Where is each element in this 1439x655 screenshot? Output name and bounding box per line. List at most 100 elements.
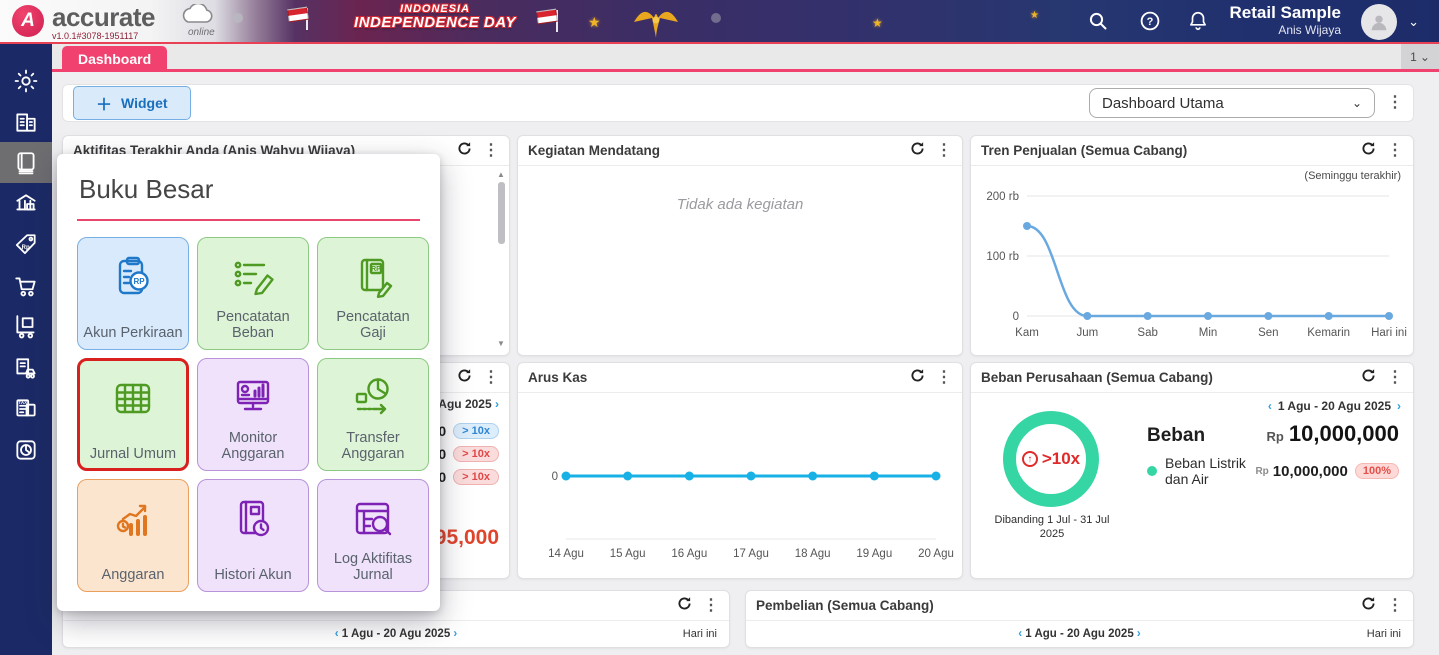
- chevron-right-icon[interactable]: ›: [1397, 399, 1401, 413]
- widget-kebab-menu[interactable]: ⋮: [1387, 370, 1403, 386]
- svg-text:TAX: TAX: [18, 400, 27, 405]
- chevron-left-icon[interactable]: ‹: [335, 628, 339, 640]
- account-info[interactable]: Retail Sample Anis Wijaya: [1230, 4, 1342, 37]
- scroll-down-icon[interactable]: ▼: [497, 339, 505, 349]
- change-badge: > 10x: [453, 446, 499, 462]
- scroll-thumb[interactable]: [498, 182, 505, 244]
- x-tick-label: 19 Agu: [856, 548, 892, 560]
- refresh-icon[interactable]: [456, 367, 473, 389]
- data-point: [747, 472, 756, 481]
- sidebar-item-bank[interactable]: [0, 183, 52, 224]
- sidebar-item-logistics-trolley[interactable]: [0, 306, 52, 347]
- widget-kebab-menu[interactable]: ⋮: [936, 370, 952, 386]
- menu-item-transfer-anggaran[interactable]: Transfer Anggaran: [317, 358, 429, 471]
- menu-item-pencatatan-beban[interactable]: Pencatatan Beban: [197, 237, 309, 350]
- refresh-icon[interactable]: [1360, 367, 1377, 389]
- fixed-asset-icon: [13, 355, 39, 381]
- currency-label: Rp: [1255, 466, 1268, 477]
- budget-transfer-icon: [349, 374, 397, 422]
- arus-kas-chart: 014 Agu15 Agu16 Agu17 Agu18 Agu19 Agu20 …: [524, 399, 956, 579]
- user-name: Anis Wijaya: [1230, 23, 1342, 37]
- sidebar-item-settings[interactable]: [0, 60, 52, 101]
- refresh-icon[interactable]: [909, 367, 926, 389]
- tab-dashboard[interactable]: Dashboard: [62, 46, 167, 72]
- sidebar: Rp TAX: [0, 44, 52, 655]
- help-icon[interactable]: ?: [1139, 10, 1161, 37]
- x-tick-label: 16 Agu: [671, 548, 707, 560]
- widget-title: Pembelian (Semua Cabang): [756, 598, 1360, 613]
- x-tick-label: 20 Agu: [918, 548, 954, 560]
- chevron-left-icon[interactable]: ‹: [1268, 399, 1272, 413]
- widget-kebab-menu[interactable]: ⋮: [1387, 143, 1403, 159]
- widget-kebab-menu[interactable]: ⋮: [483, 143, 499, 159]
- menu-item-histori-akun[interactable]: Histori Akun: [197, 479, 309, 592]
- tab-strip: Dashboard 1⌄: [52, 44, 1439, 72]
- data-point: [870, 472, 879, 481]
- menu-item-anggaran[interactable]: Anggaran: [77, 479, 189, 592]
- price-tag-rp-icon: Rp: [13, 232, 39, 258]
- chevron-right-icon[interactable]: ›: [495, 397, 499, 411]
- account-history-icon: [229, 495, 277, 543]
- sidebar-item-general-ledger[interactable]: [0, 142, 52, 183]
- account-menu-chevron-icon[interactable]: ⌄: [1408, 14, 1419, 30]
- refresh-icon[interactable]: [676, 595, 693, 617]
- sidebar-item-fixed-asset[interactable]: [0, 347, 52, 388]
- bank-icon: [13, 191, 39, 217]
- journal-log-search-icon: [349, 495, 397, 543]
- search-icon[interactable]: [1087, 10, 1109, 37]
- payroll-book-icon: RP: [349, 253, 397, 301]
- refresh-icon[interactable]: [1360, 140, 1377, 162]
- general-ledger-icon: [13, 150, 39, 176]
- menu-item-pencatatan-gaji[interactable]: RP Pencatatan Gaji: [317, 237, 429, 350]
- beban-summary: Beban Rp 10,000,000: [1147, 421, 1399, 447]
- dashboard-select[interactable]: Dashboard Utama ⌄: [1089, 88, 1375, 118]
- popup-divider: [77, 219, 420, 221]
- chevron-left-icon[interactable]: ‹: [1018, 628, 1022, 640]
- brand-online-label: online: [188, 27, 215, 38]
- notifications-bell-icon[interactable]: [1187, 10, 1209, 37]
- widget-kebab-menu[interactable]: ⋮: [936, 143, 952, 159]
- x-tick-label: 17 Agu: [733, 548, 769, 560]
- refresh-icon[interactable]: [456, 140, 473, 162]
- menu-item-jurnal-umum[interactable]: Jurnal Umum: [77, 358, 189, 471]
- refresh-icon[interactable]: [1360, 595, 1377, 617]
- scroll-up-icon[interactable]: ▲: [497, 170, 505, 180]
- sidebar-item-company[interactable]: [0, 101, 52, 142]
- widget-kebab-menu[interactable]: ⋮: [1387, 598, 1403, 614]
- widget-kebab-menu[interactable]: ⋮: [703, 598, 719, 614]
- scrollbar[interactable]: ▲ ▼: [495, 170, 507, 349]
- refresh-icon[interactable]: [909, 140, 926, 162]
- version-label: v1.0.1#3078-1951117: [52, 31, 138, 41]
- data-point: [562, 472, 571, 481]
- sidebar-item-price-tag-rp[interactable]: Rp: [0, 224, 52, 265]
- sidebar-item-sales-cart[interactable]: [0, 265, 52, 306]
- sales-cart-icon: [13, 273, 39, 299]
- svg-text:RP: RP: [371, 266, 381, 273]
- star-icon: ★: [872, 16, 883, 30]
- svg-text:Rp: Rp: [22, 244, 30, 250]
- avatar[interactable]: [1361, 4, 1397, 40]
- y-tick-label: 0: [1013, 311, 1019, 323]
- independence-day-banner: INDONESIA INDEPENDENCE DAY: [330, 3, 540, 32]
- hari-ini-label: Hari ini: [1367, 628, 1401, 640]
- menu-item-monitor-anggaran[interactable]: Monitor Anggaran: [197, 358, 309, 471]
- star-icon: ★: [1030, 10, 1039, 21]
- widget-kegiatan: Kegiatan Mendatang ⋮ Tidak ada kegiatan: [517, 135, 963, 356]
- chevron-right-icon[interactable]: ›: [453, 628, 457, 640]
- widget-kebab-menu[interactable]: ⋮: [483, 370, 499, 386]
- tab-counter[interactable]: 1⌄: [1401, 44, 1439, 69]
- sidebar-item-report[interactable]: [0, 429, 52, 470]
- date-range-nav: ‹ 1 Agu - 20 Agu 2025 ›: [746, 628, 1413, 640]
- dashboard-toolbar: ＋ Widget Dashboard Utama ⌄ ⋮: [62, 84, 1414, 122]
- sidebar-item-tax[interactable]: TAX: [0, 388, 52, 429]
- data-point: [1385, 312, 1393, 320]
- x-tick-label: Jum: [1076, 327, 1098, 339]
- chevron-right-icon[interactable]: ›: [1137, 628, 1141, 640]
- menu-item-akun-perkiraan[interactable]: RP Akun Perkiraan: [77, 237, 189, 350]
- add-widget-button[interactable]: ＋ Widget: [73, 86, 191, 120]
- x-tick-label: Kemarin: [1307, 327, 1350, 339]
- toolbar-kebab-menu[interactable]: ⋮: [1387, 95, 1403, 111]
- data-point: [1083, 312, 1091, 320]
- menu-item-log-aktifitas-jurnal[interactable]: Log Aktifitas Jurnal: [317, 479, 429, 592]
- widget-beban-perusahaan: Beban Perusahaan (Semua Cabang) ⋮ ‹ 1 Ag…: [970, 362, 1414, 579]
